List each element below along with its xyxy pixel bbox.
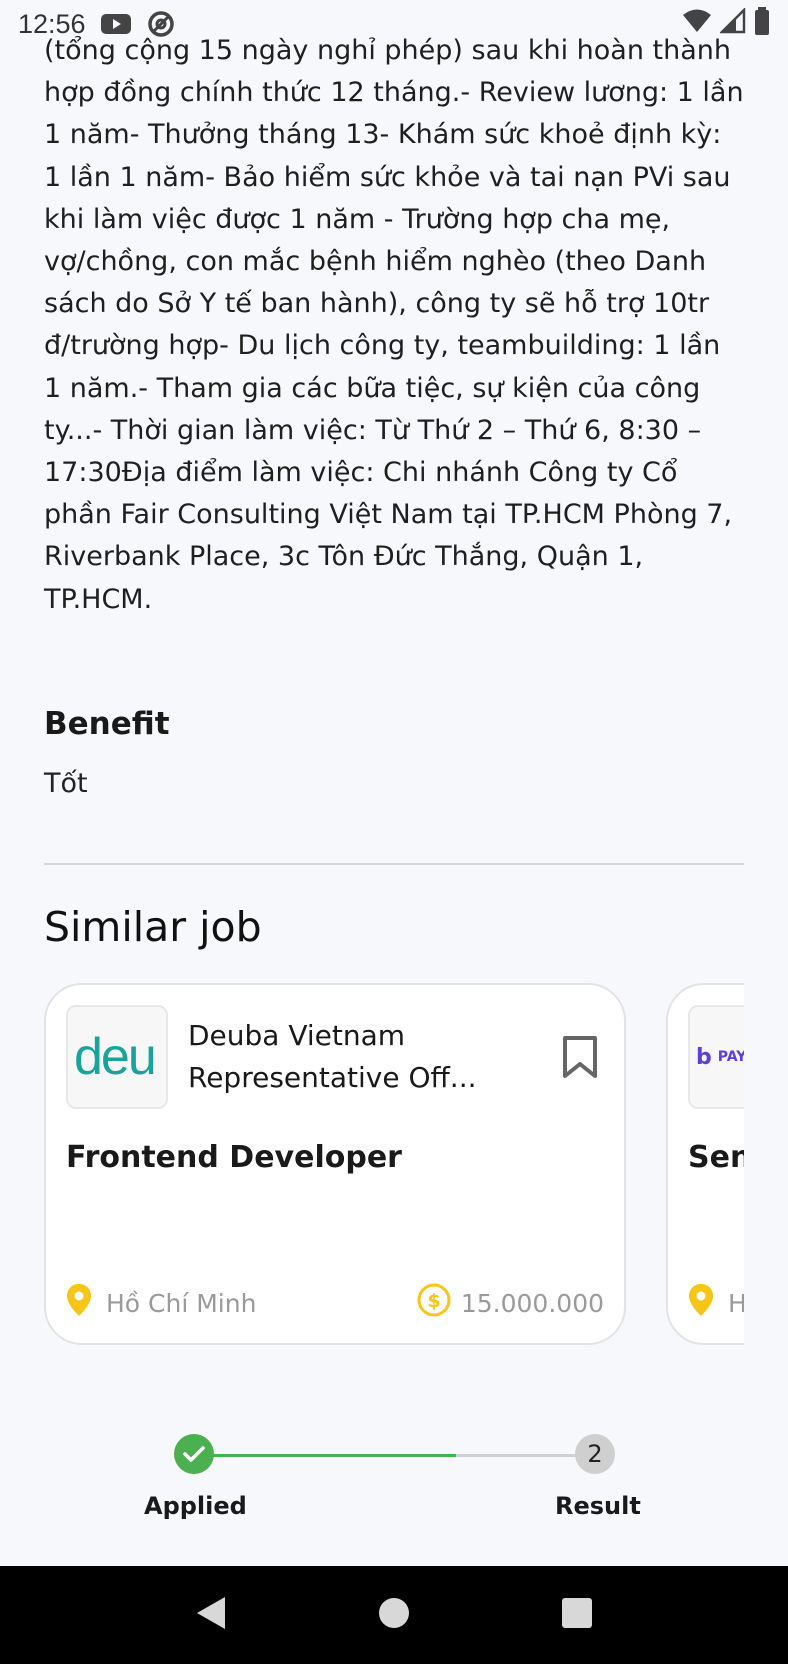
svg-text:$: $: [427, 1290, 440, 1312]
youtube-icon: [100, 12, 132, 36]
recents-icon[interactable]: [561, 1597, 593, 1633]
job-description: (tổng cộng 15 ngày nghỉ phép) sau khi ho…: [44, 30, 744, 621]
job-card[interactable]: deu Deuba Vietnam Representative Off... …: [44, 983, 626, 1345]
company-name: Deuba Vietnam Representative Off...: [188, 1019, 477, 1094]
company-logo-text: deu: [74, 1028, 157, 1086]
back-icon[interactable]: [195, 1595, 227, 1635]
wifi-icon: [682, 8, 712, 40]
step-remaining-line: [456, 1454, 594, 1457]
job-meta: Hồ Chí Minh $ 15.000.000: [66, 1283, 604, 1323]
job-title[interactable]: Frontend Developer: [66, 1140, 402, 1175]
step-progress-line: [196, 1454, 456, 1457]
job-salary: 15.000.000: [460, 1288, 604, 1318]
company-logo: b PAY: [688, 1005, 744, 1109]
description-text: (tổng cộng 15 ngày nghỉ phép) sau khi ho…: [44, 35, 744, 615]
job-location: H: [728, 1288, 744, 1318]
step-label-result: Result: [555, 1492, 641, 1520]
job-meta: H: [688, 1283, 744, 1323]
salary-icon: $: [417, 1283, 451, 1323]
job-title[interactable]: Sen: [688, 1140, 744, 1175]
home-icon[interactable]: [378, 1597, 410, 1633]
location-pin-icon: [688, 1283, 714, 1323]
company-logo-mark: b: [696, 1044, 712, 1070]
benefit-title: Benefit: [44, 706, 170, 742]
company-logo-text: PAY: [717, 1049, 744, 1065]
status-bar: 12:56: [0, 0, 788, 48]
application-stepper: 2 Applied Result: [0, 1430, 788, 1530]
system-nav-bar: [0, 1566, 788, 1664]
battery-icon: [754, 7, 770, 41]
divider: [44, 863, 744, 865]
job-card[interactable]: b PAY Sen H: [666, 983, 744, 1345]
status-time: 12:56: [18, 8, 86, 39]
check-icon: [174, 1434, 214, 1474]
step-label-applied: Applied: [144, 1492, 247, 1520]
step-number: 2: [575, 1434, 615, 1474]
company-logo: deu: [66, 1005, 168, 1109]
bookmark-icon[interactable]: [562, 1035, 598, 1083]
similar-job-title: Similar job: [44, 903, 262, 951]
cell-signal-icon: [718, 6, 746, 40]
similar-job-carousel[interactable]: deu Deuba Vietnam Representative Off... …: [44, 983, 744, 1345]
benefit-text: Tốt: [44, 768, 88, 799]
job-location: Hồ Chí Minh: [106, 1288, 257, 1318]
data-saver-icon: [146, 9, 176, 39]
location-pin-icon: [66, 1283, 92, 1323]
